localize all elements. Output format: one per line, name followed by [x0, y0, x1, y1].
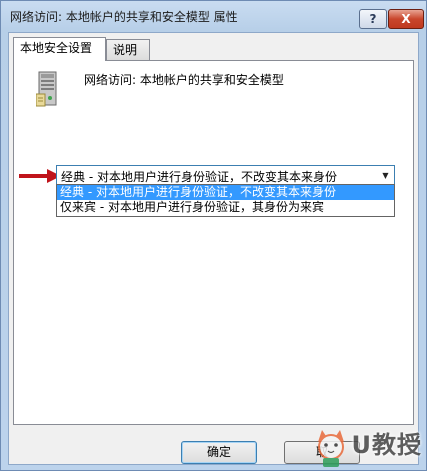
close-button[interactable]: X [388, 9, 424, 29]
security-model-select[interactable]: 经典 - 对本地用户进行身份验证，不改变其本来身份 ▼ [56, 165, 395, 185]
title-bar[interactable]: 网络访问: 本地帐户的共享和安全模型 属性 ? X [1, 1, 426, 31]
dialog-client-area: 本地安全设置 说明 网络访问: 本地帐户的共享和安全模型 经典 - 对本地用户进 [8, 32, 419, 465]
window-title: 网络访问: 本地帐户的共享和安全模型 属性 [10, 10, 238, 24]
server-icon [36, 71, 57, 107]
watermark-text: U教授 [351, 431, 422, 459]
select-value: 经典 - 对本地用户进行身份验证，不改变其本来身份 [61, 170, 337, 184]
properties-dialog: 网络访问: 本地帐户的共享和安全模型 属性 ? X 本地安全设置 说明 网络访问… [0, 0, 427, 471]
tab-panel: 网络访问: 本地帐户的共享和安全模型 经典 - 对本地用户进行身份验证，不改变其… [13, 60, 414, 425]
select-dropdown-list: 经典 - 对本地用户进行身份验证，不改变其本来身份 仅来宾 - 对本地用户进行身… [56, 184, 395, 217]
tab-local-security-setting[interactable]: 本地安全设置 [13, 37, 106, 61]
tab-explain[interactable]: 说明 [106, 39, 150, 60]
option-guest-only[interactable]: 仅来宾 - 对本地用户进行身份验证，其身份为来宾 [57, 200, 394, 215]
watermark: U教授 [314, 425, 423, 468]
option-classic[interactable]: 经典 - 对本地用户进行身份验证，不改变其本来身份 [57, 185, 394, 200]
help-button[interactable]: ? [359, 9, 387, 29]
chevron-down-icon[interactable]: ▼ [377, 166, 394, 184]
cat-mascot-icon [317, 430, 344, 467]
policy-title: 网络访问: 本地帐户的共享和安全模型 [84, 73, 284, 87]
ok-button[interactable]: 确定 [181, 441, 257, 464]
